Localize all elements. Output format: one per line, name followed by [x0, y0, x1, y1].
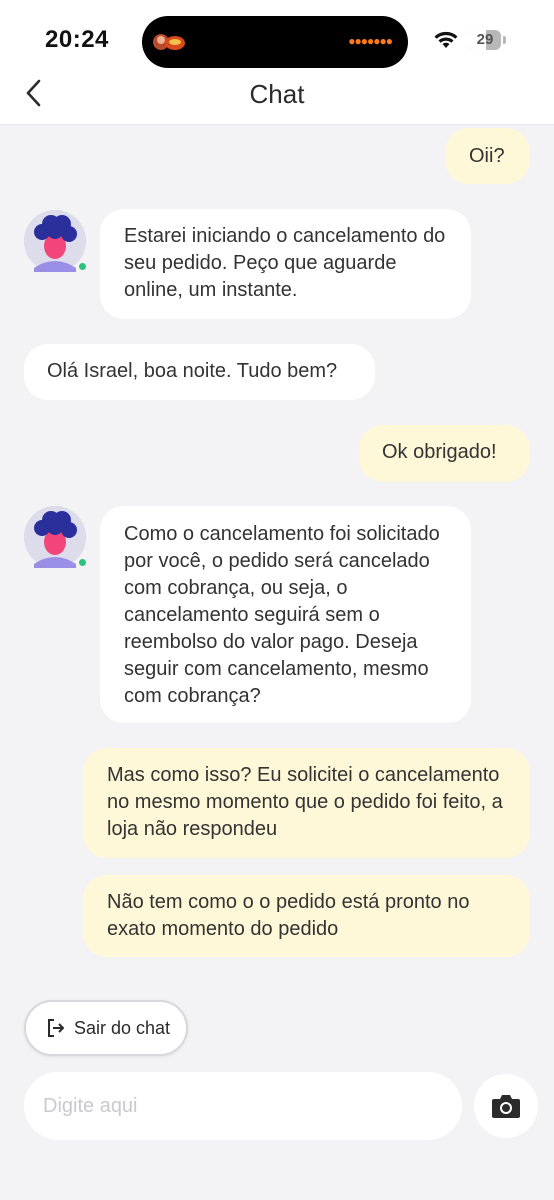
wifi-icon	[434, 31, 458, 48]
message-text: Olá Israel, boa noite. Tudo bem?	[47, 360, 338, 382]
exit-icon	[48, 1019, 64, 1037]
agent-message: Estarei iniciando o cancelamento do seu …	[100, 209, 471, 319]
dynamic-island: ●●●●●●●	[142, 16, 408, 68]
agent-message: Como o cancelamento foi solicitado por v…	[100, 506, 471, 723]
user-message: Oii?	[445, 128, 530, 184]
agent-avatar-icon	[24, 506, 86, 568]
leave-chat-button[interactable]: Sair do chat	[24, 1000, 188, 1056]
battery-level: 29	[476, 31, 494, 48]
user-message: Mas como isso? Eu solicitei o cancelamen…	[83, 748, 530, 858]
agent-avatar	[24, 506, 86, 568]
activity-indicator: ●●●●●●●	[348, 34, 393, 48]
message-text: Como o cancelamento foi solicitado por v…	[124, 523, 440, 707]
online-status-dot	[79, 559, 86, 566]
user-message: Não tem como o o pedido está pronto no e…	[83, 875, 530, 957]
agent-avatar	[24, 210, 86, 272]
agent-message: Olá Israel, boa noite. Tudo bem?	[24, 344, 375, 400]
agent-avatar-icon	[24, 210, 86, 272]
camera-icon	[492, 1095, 520, 1118]
battery-tip	[503, 36, 506, 44]
page-title: Chat	[249, 79, 305, 109]
message-input[interactable]	[24, 1072, 462, 1140]
live-activity-icon	[153, 34, 185, 50]
status-time: 20:24	[45, 26, 109, 53]
battery-icon: 29	[469, 30, 501, 50]
top-bar: 20:24 ●●●●●●● 29 Chat	[0, 0, 554, 125]
user-message: Ok obrigado!	[359, 425, 530, 482]
message-text: Oii?	[469, 145, 505, 167]
leave-chat-label: Sair do chat	[74, 1017, 171, 1038]
message-text: Mas como isso? Eu solicitei o cancelamen…	[107, 764, 503, 840]
message-text: Estarei iniciando o cancelamento do seu …	[124, 225, 446, 301]
message-text: Ok obrigado!	[382, 441, 497, 463]
online-status-dot	[79, 263, 86, 270]
message-text: Não tem como o o pedido está pronto no e…	[107, 891, 470, 940]
camera-button[interactable]	[474, 1074, 538, 1138]
